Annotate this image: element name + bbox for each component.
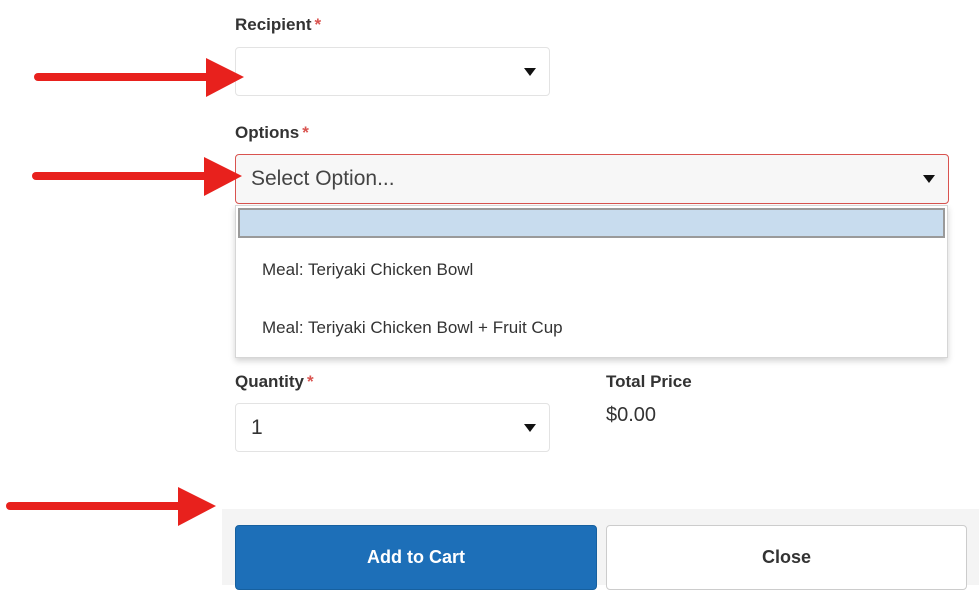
red-arrow-icon (32, 157, 242, 196)
required-asterisk: * (314, 15, 322, 34)
red-arrow-icon (34, 58, 244, 97)
options-dropdown-list: Meal: Teriyaki Chicken Bowl Meal: Teriya… (235, 205, 948, 358)
recipient-label: Recipient * (235, 15, 321, 35)
dropdown-option-blank[interactable] (238, 208, 945, 238)
caret-down-icon (923, 175, 935, 183)
required-asterisk: * (306, 372, 314, 391)
close-button[interactable]: Close (606, 525, 967, 590)
quantity-select[interactable]: 1 (235, 403, 550, 452)
options-label-text: Options (235, 123, 300, 142)
red-arrow-icon (6, 487, 216, 526)
dropdown-option-teriyaki-bowl[interactable]: Meal: Teriyaki Chicken Bowl (262, 260, 473, 280)
quantity-label: Quantity * (235, 372, 314, 392)
options-label: Options * (235, 123, 309, 143)
options-placeholder: Select Option... (251, 167, 395, 190)
caret-down-icon (524, 423, 536, 432)
caret-down-icon (524, 67, 536, 76)
dropdown-option-teriyaki-bowl-fruit-cup[interactable]: Meal: Teriyaki Chicken Bowl + Fruit Cup (262, 318, 563, 338)
total-price-value: $0.00 (606, 404, 657, 426)
required-asterisk: * (302, 123, 309, 142)
quantity-value: 1 (251, 415, 263, 439)
total-price-label: Total Price (606, 372, 692, 391)
recipient-label-text: Recipient (235, 15, 312, 34)
options-select[interactable]: Select Option... (235, 154, 949, 204)
add-to-cart-button[interactable]: Add to Cart (235, 525, 597, 590)
recipient-select[interactable] (235, 47, 550, 96)
quantity-label-text: Quantity (235, 372, 304, 391)
